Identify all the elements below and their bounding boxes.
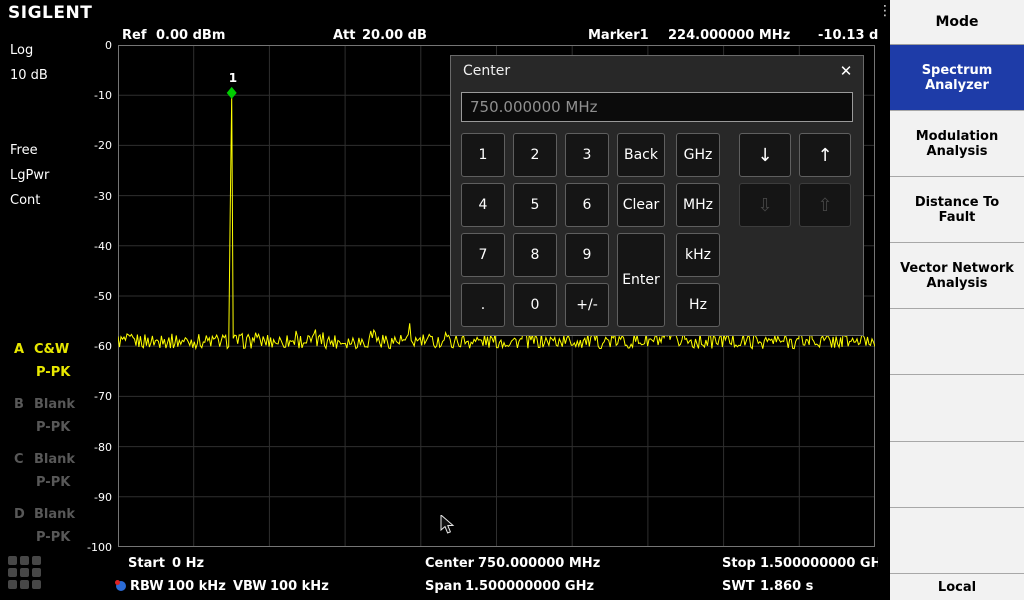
menu-item-modulation-analysis[interactable]: Modulation Analysis bbox=[890, 111, 1024, 177]
back-button[interactable]: Back bbox=[617, 133, 665, 177]
unit-mhz-button[interactable]: MHz bbox=[676, 183, 720, 227]
start-label: Start bbox=[128, 556, 165, 571]
trace-a-detector: P-PK bbox=[36, 365, 70, 380]
center-value: 750.000000 MHz bbox=[478, 556, 600, 571]
span-label: Span bbox=[425, 579, 462, 594]
center-frequency-dialog: Center ✕ 1 2 3 Back 4 5 6 Clear 7 8 9 En… bbox=[450, 55, 864, 336]
key-2[interactable]: 2 bbox=[513, 133, 557, 177]
trace-c-legend: CBlank P-PK bbox=[14, 452, 75, 490]
key-0[interactable]: 0 bbox=[513, 283, 557, 327]
y-axis-tick: -70 bbox=[78, 390, 112, 403]
y-axis-tick: -20 bbox=[78, 139, 112, 152]
menu-title: Mode bbox=[890, 0, 1024, 45]
swt-label: SWT bbox=[722, 579, 755, 594]
y-axis-tick: -50 bbox=[78, 290, 112, 303]
arrow-down-outline-button: ⇩ bbox=[739, 183, 791, 227]
unit-khz-button[interactable]: kHz bbox=[676, 233, 720, 277]
key-6[interactable]: 6 bbox=[565, 183, 609, 227]
menu-item-spectrum-analyzer[interactable]: Spectrum Analyzer bbox=[890, 45, 1024, 111]
key-4[interactable]: 4 bbox=[461, 183, 505, 227]
trace-d-detector: P-PK bbox=[36, 530, 75, 545]
swt-value: 1.860 s bbox=[760, 579, 813, 594]
key-1[interactable]: 1 bbox=[461, 133, 505, 177]
stop-value: 1.500000000 GHz bbox=[760, 556, 889, 571]
y-axis-tick: -80 bbox=[78, 441, 112, 454]
arrow-down-button[interactable]: ↓ bbox=[739, 133, 791, 177]
menu-item-vector-network-analysis[interactable]: Vector Network Analysis bbox=[890, 243, 1024, 309]
amp-scale-readout: Log bbox=[10, 43, 33, 58]
marker-label: Marker1 bbox=[588, 28, 649, 43]
ref-label: Ref bbox=[122, 28, 146, 43]
key-sign[interactable]: +/- bbox=[565, 283, 609, 327]
y-axis-tick: -10 bbox=[78, 89, 112, 102]
trace-d-mode: Blank bbox=[34, 507, 75, 522]
numeric-keypad: 1 2 3 Back 4 5 6 Clear 7 8 9 Enter . 0 +… bbox=[461, 133, 665, 327]
key-8[interactable]: 8 bbox=[513, 233, 557, 277]
marker-freq: 224.000000 MHz bbox=[668, 28, 790, 43]
trace-d-legend: DBlank P-PK bbox=[14, 507, 75, 545]
trace-a-mode: C&W bbox=[34, 342, 69, 357]
span-value: 1.500000000 GHz bbox=[465, 579, 594, 594]
trace-a-legend: AC&W P-PK bbox=[14, 342, 70, 380]
home-grid-icon[interactable] bbox=[8, 556, 41, 589]
trace-c-id: C bbox=[14, 452, 34, 467]
menu-item-empty-1 bbox=[890, 309, 1024, 375]
local-button[interactable]: Local bbox=[890, 574, 1024, 600]
menu-drag-handle[interactable]: ⋮ bbox=[878, 0, 890, 600]
y-axis-tick: -40 bbox=[78, 240, 112, 253]
arrow-up-outline-button: ⇧ bbox=[799, 183, 851, 227]
start-value: 0 Hz bbox=[172, 556, 204, 571]
trace-a-id: A bbox=[14, 342, 34, 357]
trigger-readout: Free bbox=[10, 143, 38, 158]
svg-text:1: 1 bbox=[229, 71, 237, 85]
trace-d-id: D bbox=[14, 507, 34, 522]
y-axis-tick: -60 bbox=[78, 340, 112, 353]
close-icon[interactable]: ✕ bbox=[835, 60, 857, 82]
scale-div-readout: 10 dB bbox=[10, 68, 48, 83]
arrow-up-button[interactable]: ↑ bbox=[799, 133, 851, 177]
ref-value: 0.00 dBm bbox=[156, 28, 225, 43]
enter-button[interactable]: Enter bbox=[617, 233, 665, 327]
y-axis-tick: -30 bbox=[78, 190, 112, 203]
unit-ghz-button[interactable]: GHz bbox=[676, 133, 720, 177]
dialog-title: Center bbox=[463, 63, 510, 79]
trace-b-mode: Blank bbox=[34, 397, 75, 412]
key-9[interactable]: 9 bbox=[565, 233, 609, 277]
y-axis-tick: -90 bbox=[78, 491, 112, 504]
trace-b-legend: BBlank P-PK bbox=[14, 397, 75, 435]
spectrum-analyzer-screen: SIGLENT Log 10 dB Free LgPwr Cont AC&W P… bbox=[0, 0, 1024, 600]
y-axis-tick: 0 bbox=[78, 39, 112, 52]
key-5[interactable]: 5 bbox=[513, 183, 557, 227]
menu-item-empty-3 bbox=[890, 442, 1024, 508]
trace-c-detector: P-PK bbox=[36, 475, 75, 490]
unit-hz-button[interactable]: Hz bbox=[676, 283, 720, 327]
key-dot[interactable]: . bbox=[461, 283, 505, 327]
key-7[interactable]: 7 bbox=[461, 233, 505, 277]
att-value: 20.00 dB bbox=[362, 28, 427, 43]
rbw-status-icon bbox=[116, 581, 126, 591]
menu-item-distance-to-fault[interactable]: Distance To Fault bbox=[890, 177, 1024, 243]
stop-label: Stop bbox=[722, 556, 756, 571]
sweep-mode-readout: Cont bbox=[10, 193, 40, 208]
clear-button[interactable]: Clear bbox=[617, 183, 665, 227]
rbw-label: RBW bbox=[130, 579, 164, 594]
siglent-logo: SIGLENT bbox=[8, 3, 92, 23]
trace-b-detector: P-PK bbox=[36, 420, 75, 435]
frequency-input[interactable] bbox=[461, 92, 853, 122]
rbw-value: 100 kHz bbox=[167, 579, 226, 594]
key-3[interactable]: 3 bbox=[565, 133, 609, 177]
vbw-label: VBW bbox=[233, 579, 267, 594]
y-axis-tick: -100 bbox=[78, 541, 112, 554]
step-arrows: ↓ ↑ ⇩ ⇧ bbox=[739, 133, 851, 227]
menu-item-empty-2 bbox=[890, 375, 1024, 441]
att-label: Att bbox=[333, 28, 356, 43]
center-label: Center bbox=[425, 556, 474, 571]
trace-c-mode: Blank bbox=[34, 452, 75, 467]
menu-item-empty-4 bbox=[890, 508, 1024, 574]
trace-b-id: B bbox=[14, 397, 34, 412]
avg-type-readout: LgPwr bbox=[10, 168, 49, 183]
mode-menu: Mode Spectrum Analyzer Modulation Analys… bbox=[890, 0, 1024, 600]
vbw-value: 100 kHz bbox=[270, 579, 329, 594]
unit-buttons: GHz MHz kHz Hz bbox=[676, 133, 720, 327]
